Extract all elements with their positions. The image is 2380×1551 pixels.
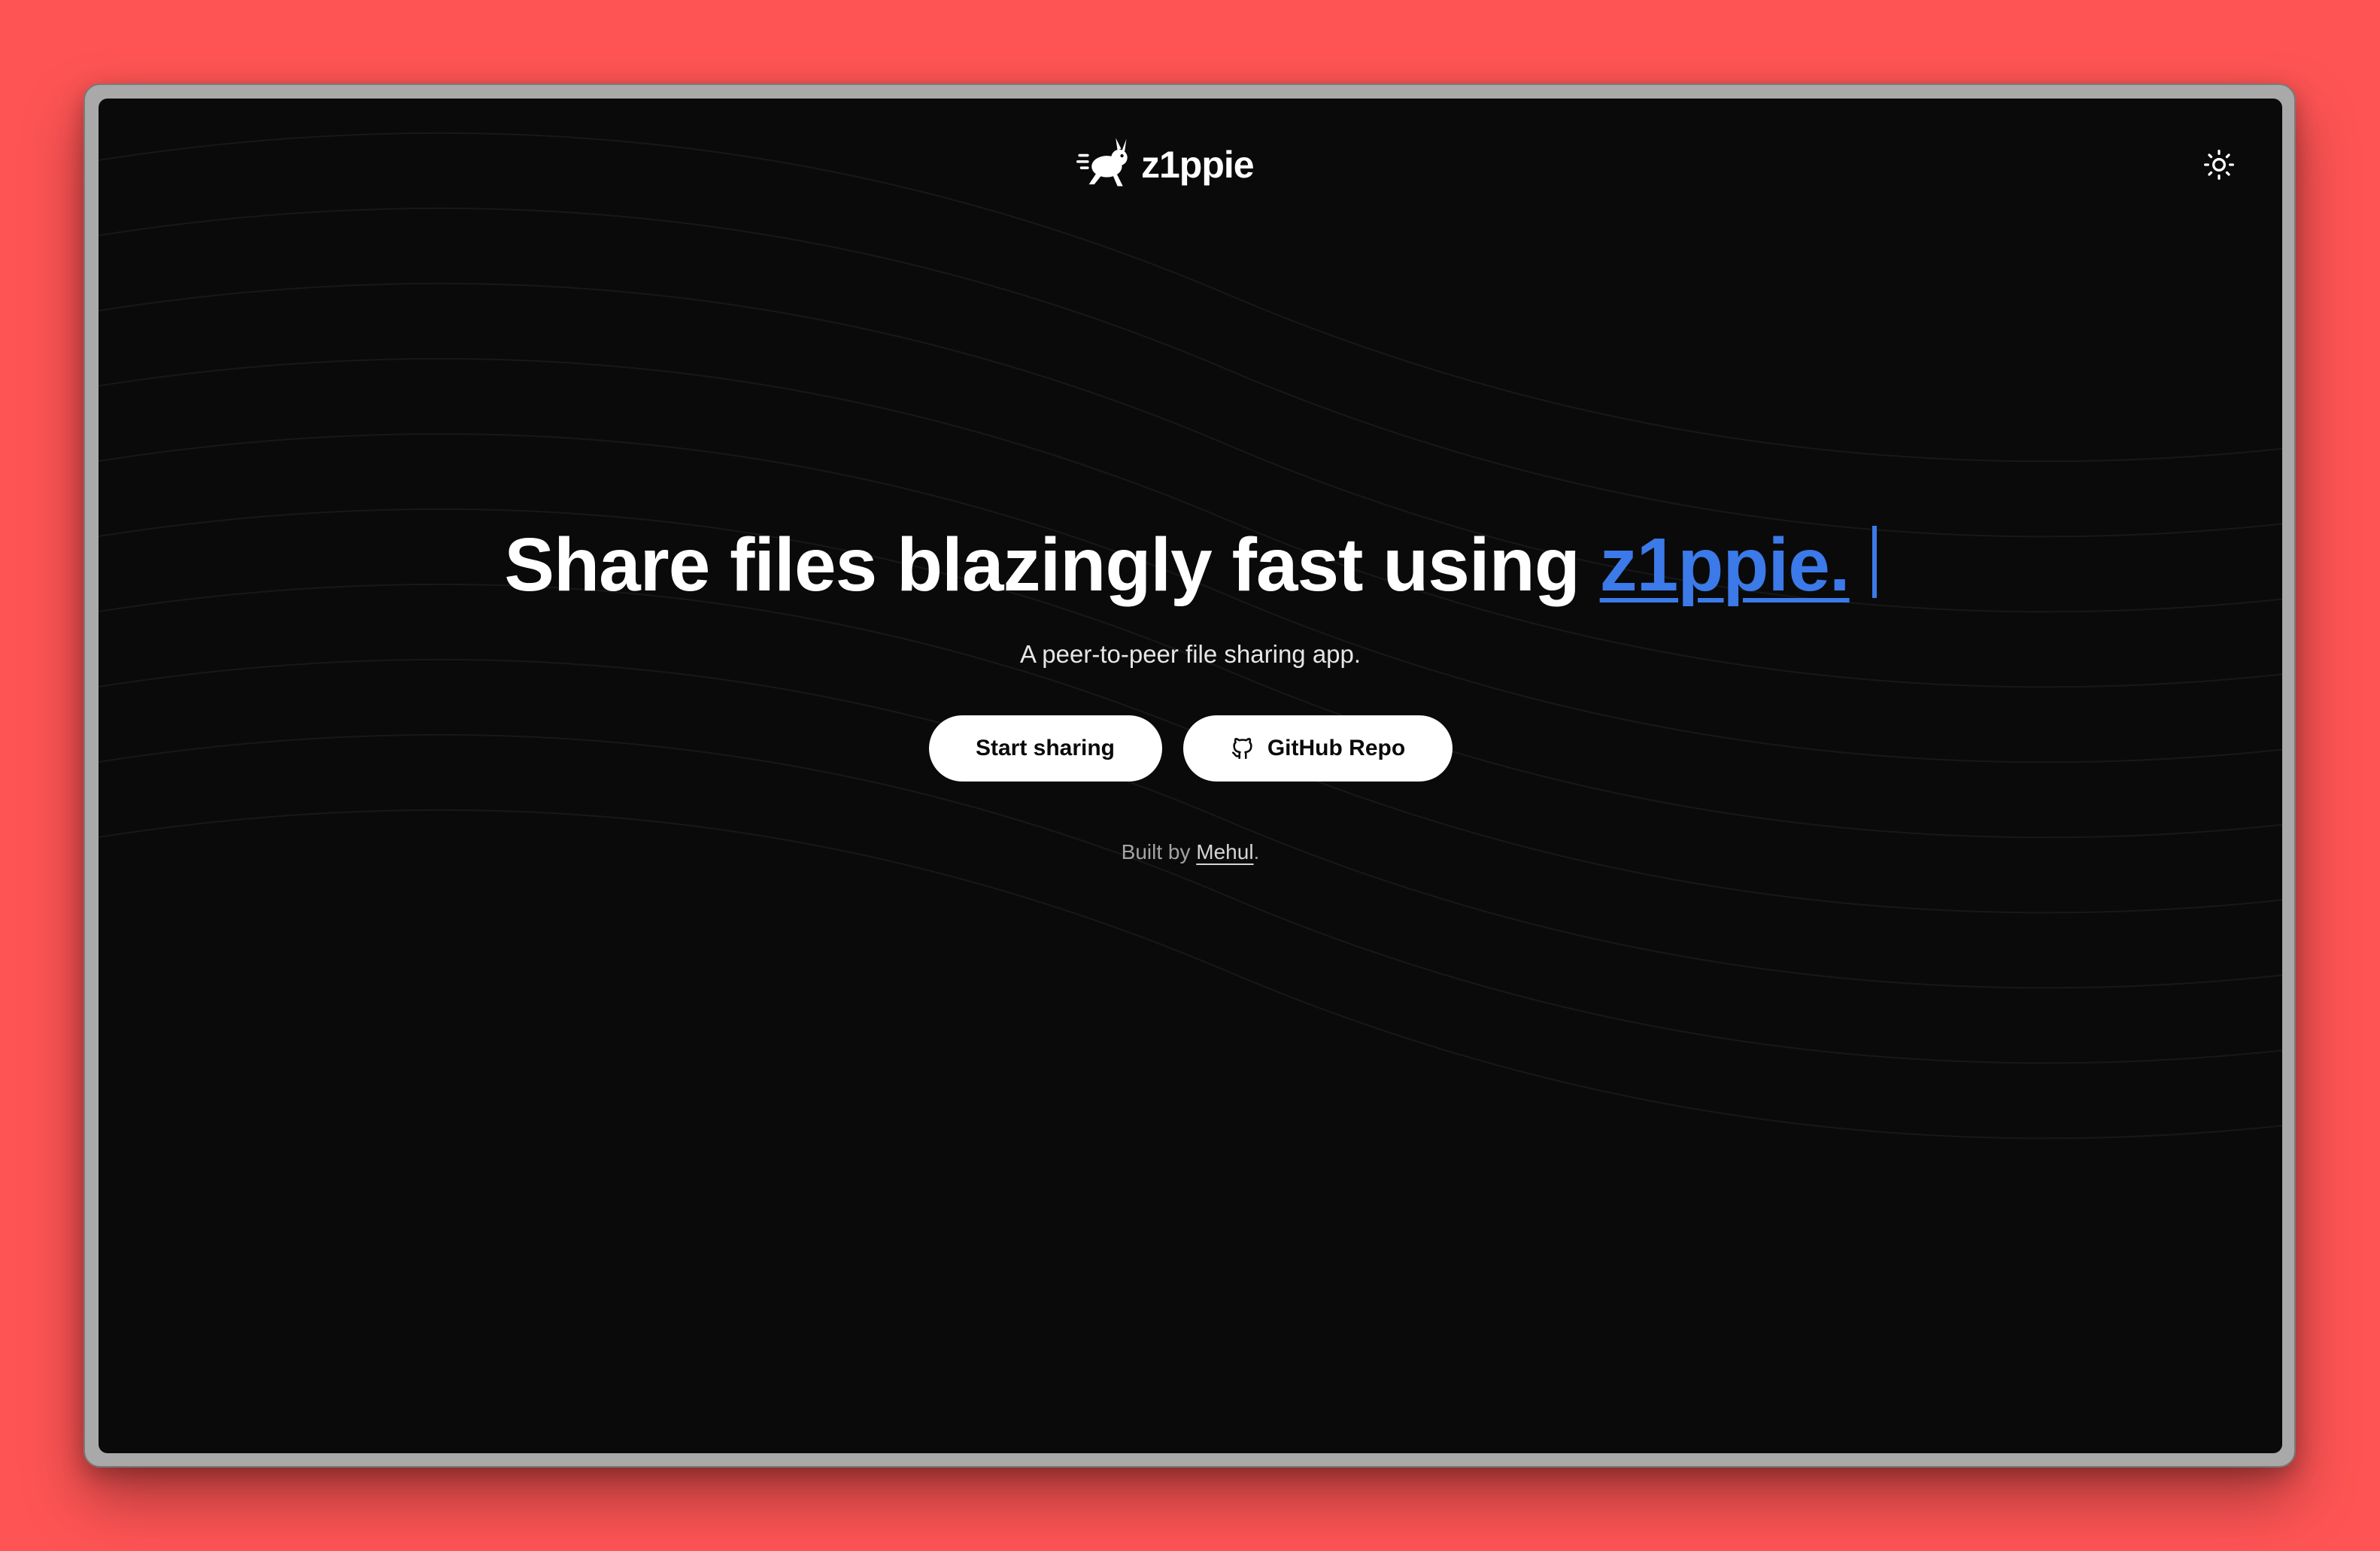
page-subtitle: A peer-to-peer file sharing app.: [1019, 640, 1362, 668]
credit-prefix: Built by: [1121, 840, 1197, 864]
hero-actions: Start sharing GitHub Repo: [99, 715, 2282, 782]
typing-cursor: [1872, 526, 1877, 598]
running-rabbit-icon: [1076, 138, 1128, 187]
github-icon: [1231, 738, 1252, 760]
page-title: Share files blazingly fast using z1ppie.: [99, 520, 2282, 610]
browser-viewport: z1ppie Share files blazingly fast using …: [99, 99, 2282, 1453]
credit-suffix: .: [1253, 840, 1260, 864]
github-repo-label: GitHub Repo: [1267, 736, 1406, 760]
brand-logo[interactable]: z1ppie: [1076, 136, 1255, 193]
headline-text: Share files blazingly fast using: [504, 523, 1600, 607]
footer-credit: Built by Mehul.: [99, 840, 2282, 864]
start-sharing-label: Start sharing: [975, 736, 1116, 760]
headline-brand-link[interactable]: z1ppie.: [1600, 523, 1850, 607]
start-sharing-button[interactable]: Start sharing: [928, 715, 1162, 782]
sun-icon[interactable]: [2202, 148, 2236, 181]
hero-section: Share files blazingly fast using z1ppie.…: [99, 520, 2282, 864]
github-repo-button[interactable]: GitHub Repo: [1182, 715, 1453, 782]
app-name: z1ppie: [1141, 144, 1255, 186]
author-link[interactable]: Mehul: [1196, 840, 1253, 864]
